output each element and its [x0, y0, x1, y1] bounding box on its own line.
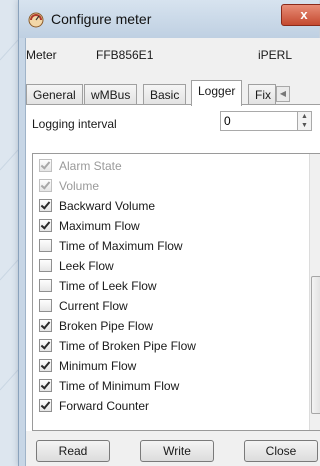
checkbox-broken-pipe-flow[interactable] — [39, 319, 52, 332]
dialog-client-area: Meter FFB856E1 iPERL General wMBus Basic… — [25, 38, 320, 466]
checkbox-maximum-flow[interactable] — [39, 219, 52, 232]
tab-fix[interactable]: Fix — [248, 84, 276, 105]
list-item[interactable]: Time of Broken Pipe Flow — [39, 336, 196, 356]
tab-strip: General wMBus Basic Logger Fix ◀ — [26, 80, 320, 106]
list-item: Alarm State — [39, 156, 122, 176]
close-icon: x — [300, 7, 308, 22]
list-item[interactable]: Broken Pipe Flow — [39, 316, 153, 336]
tab-basic[interactable]: Basic — [143, 84, 187, 105]
logging-interval-spinner[interactable]: ▲ ▼ — [298, 111, 312, 131]
title-bar[interactable]: Configure meter x — [19, 0, 320, 38]
checkbox-volume — [39, 179, 52, 192]
list-scrollbar[interactable] — [309, 154, 320, 430]
checkbox-time-of-broken-pipe-flow[interactable] — [39, 339, 52, 352]
checkbox-minimum-flow[interactable] — [39, 359, 52, 372]
logging-interval-input[interactable] — [220, 111, 298, 131]
meter-info-row: Meter FFB856E1 iPERL — [26, 46, 320, 64]
read-button[interactable]: Read — [36, 440, 110, 462]
checkbox-forward-counter[interactable] — [39, 399, 52, 412]
close-button[interactable]: Close — [244, 440, 318, 462]
list-item[interactable]: Minimum Flow — [39, 356, 136, 376]
logged-values-list: Alarm State Volume Backward Volume Maxim… — [32, 153, 320, 431]
checkbox-backward-volume[interactable] — [39, 199, 52, 212]
meter-type: iPERL — [258, 48, 293, 62]
list-item[interactable]: Leek Flow — [39, 256, 114, 276]
checkbox-alarm-state — [39, 159, 52, 172]
configure-meter-window: Configure meter x Meter FFB856E1 iPERL G… — [18, 0, 320, 466]
meter-label: Meter — [26, 48, 57, 62]
list-item[interactable]: Current Flow — [39, 296, 128, 316]
tab-wmbus[interactable]: wMBus — [84, 84, 138, 105]
list-item[interactable]: Time of Maximum Flow — [39, 236, 183, 256]
list-item[interactable]: Backward Volume — [39, 196, 155, 216]
window-title: Configure meter — [51, 11, 152, 27]
meter-app-icon — [28, 12, 44, 28]
list-item[interactable]: Time of Minimum Flow — [39, 376, 179, 396]
tab-logger[interactable]: Logger — [191, 80, 243, 106]
list-item[interactable]: Maximum Flow — [39, 216, 140, 236]
tab-general[interactable]: General — [26, 84, 83, 105]
checkbox-current-flow[interactable] — [39, 299, 52, 312]
meter-id: FFB856E1 — [96, 48, 154, 62]
window-close-button[interactable]: x — [281, 4, 320, 26]
list-item: Volume — [39, 176, 99, 196]
write-button[interactable]: Write — [140, 440, 214, 462]
tab-scroll-left-icon[interactable]: ◀ — [276, 86, 290, 102]
scrollbar-thumb[interactable] — [311, 276, 320, 414]
checkbox-time-of-leek-flow[interactable] — [39, 279, 52, 292]
logging-interval-label: Logging interval — [32, 117, 117, 131]
checkbox-time-of-minimum-flow[interactable] — [39, 379, 52, 392]
logger-tab-panel: Logging interval ▲ ▼ Alarm State Volume … — [26, 104, 320, 431]
checkbox-time-of-maximum-flow[interactable] — [39, 239, 52, 252]
spin-down-icon[interactable]: ▼ — [298, 121, 311, 130]
list-item[interactable]: Forward Counter — [39, 396, 149, 416]
list-item[interactable]: Time of Leek Flow — [39, 276, 157, 296]
checkbox-leek-flow[interactable] — [39, 259, 52, 272]
spin-up-icon[interactable]: ▲ — [298, 112, 311, 121]
